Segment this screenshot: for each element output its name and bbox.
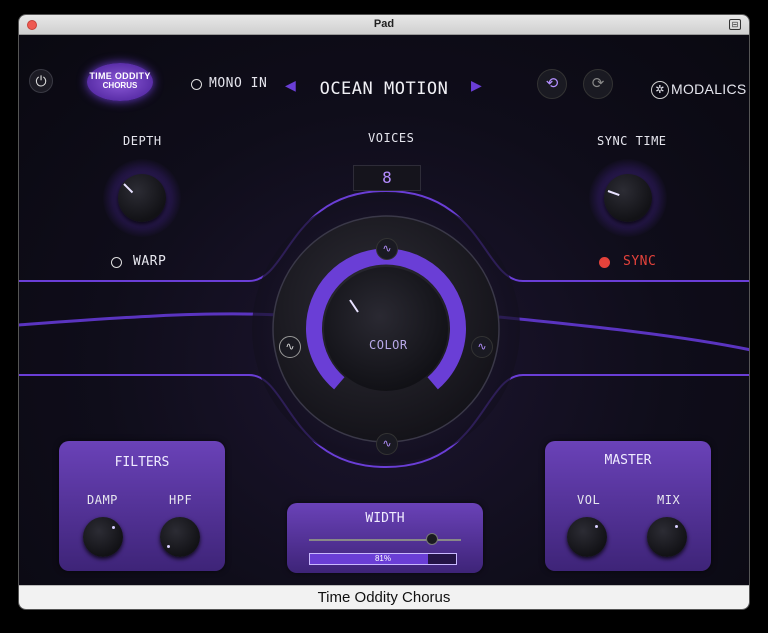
window-menu-icon[interactable]: ⊟ (729, 19, 741, 30)
waveform-top-icon[interactable]: ∿ (376, 238, 398, 260)
modalics-icon: ✲ (651, 81, 669, 100)
preset-name[interactable]: OCEAN MOTION (309, 79, 459, 99)
logo-line-2: CHORUS (102, 81, 138, 90)
window-title: Pad (373, 18, 395, 30)
damp-knob[interactable] (83, 517, 123, 557)
width-slider-thumb[interactable] (426, 533, 439, 545)
mix-label: MIX (657, 493, 681, 507)
preset-prev-button[interactable]: ◀ (285, 77, 296, 94)
color-label: COLOR (369, 338, 408, 352)
hpf-label: HPF (169, 493, 193, 507)
waveform-bottom-icon[interactable]: ∿ (376, 433, 398, 455)
voices-label: VOICES (368, 131, 415, 145)
brand-logo: ✲ MODALICS (651, 81, 747, 100)
plugin-window: Pad ⊟ ⏻ TIME ODDITY CHORUS MONO IN ◀ OCE… (18, 14, 750, 610)
depth-knob-pointer (123, 183, 134, 194)
depth-knob[interactable] (118, 174, 166, 222)
sync-label: SYNC (623, 254, 657, 269)
redo-button[interactable]: ⟳ (583, 69, 613, 99)
undo-button[interactable]: ⟲ (537, 69, 567, 99)
width-panel: WIDTH 81% (287, 503, 483, 573)
waveform-left-icon[interactable]: ∿ (279, 336, 301, 358)
master-title: MASTER (604, 453, 652, 468)
width-slider-track[interactable] (309, 539, 461, 541)
mono-in-label: MONO IN (209, 76, 268, 91)
footer-title: Time Oddity Chorus (19, 585, 749, 609)
vol-label: VOL (577, 493, 601, 507)
mix-knob-pointer (675, 525, 678, 528)
width-value: 81% (374, 554, 391, 563)
damp-label: DAMP (87, 493, 118, 507)
filters-title: FILTERS (114, 455, 170, 470)
sync-time-label: SYNC TIME (597, 134, 667, 148)
voices-value[interactable]: 8 (353, 165, 421, 191)
width-bar: 81% (309, 553, 457, 565)
width-title: WIDTH (365, 511, 405, 526)
sync-time-knob[interactable] (604, 174, 652, 222)
product-logo: TIME ODDITY CHORUS (87, 63, 153, 101)
vol-knob-pointer (595, 525, 598, 528)
warp-label: WARP (133, 254, 167, 269)
logo-line-1: TIME ODDITY (89, 71, 151, 81)
warp-toggle[interactable] (111, 257, 122, 268)
damp-knob-pointer (112, 526, 115, 529)
sync-time-knob-pointer (607, 190, 620, 197)
mono-in-toggle[interactable] (191, 79, 202, 90)
vol-knob[interactable] (567, 517, 607, 557)
sync-toggle[interactable] (599, 257, 610, 268)
hpf-knob[interactable] (160, 517, 200, 557)
depth-label: DEPTH (123, 134, 162, 148)
hpf-knob-pointer (167, 545, 170, 548)
power-button[interactable]: ⏻ (29, 69, 53, 93)
title-bar: Pad ⊟ (19, 15, 749, 35)
mix-knob[interactable] (647, 517, 687, 557)
master-panel: MASTER VOL MIX (545, 441, 711, 571)
brand-name: MODALICS (671, 81, 747, 97)
filters-panel: FILTERS DAMP HPF (59, 441, 225, 571)
plugin-panel: ⏻ TIME ODDITY CHORUS MONO IN ◀ OCEAN MOT… (19, 35, 749, 603)
preset-next-button[interactable]: ▶ (471, 77, 482, 94)
waveform-right-icon[interactable]: ∿ (471, 336, 493, 358)
